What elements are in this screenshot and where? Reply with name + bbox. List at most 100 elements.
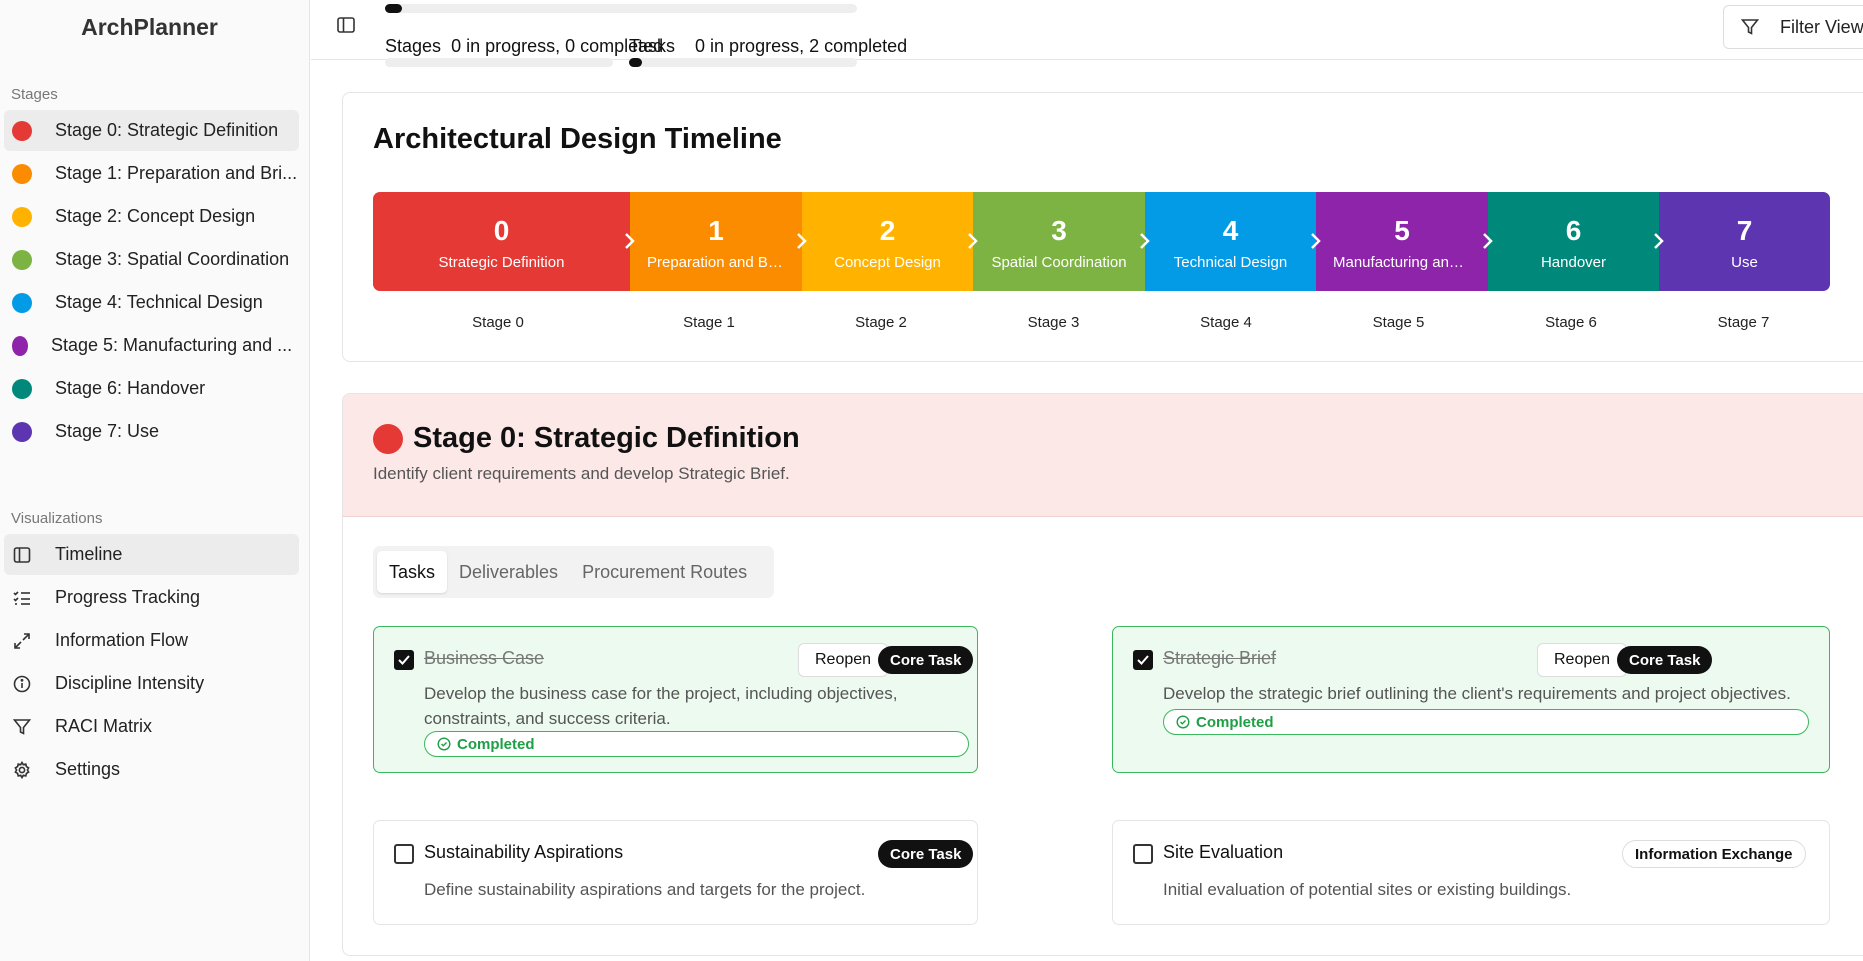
stage-number: 2 <box>879 214 896 246</box>
sidebar-stage-3[interactable]: Stage 3: Spatial Coordination <box>4 239 299 280</box>
task-description: Develop the business case for the projec… <box>424 684 898 728</box>
task-description: Develop the strategic brief outlining th… <box>1163 684 1791 703</box>
stage-number: 5 <box>1394 214 1410 246</box>
sidebar-stage-1[interactable]: Stage 1: Preparation and Bri... <box>4 153 299 194</box>
stages-label: Stages <box>385 36 442 56</box>
timeline-stage-labels: Stage 0 Stage 1 Stage 2 Stage 3 Stage 4 … <box>373 314 1830 334</box>
stage-name: Concept Design <box>834 253 941 271</box>
stage-number: 1 <box>708 214 724 246</box>
sidebar-item-information-flow[interactable]: Information Flow <box>4 620 299 661</box>
timeline-stage-1[interactable]: 1 Preparation and Bri... <box>630 192 807 291</box>
sidebar-item-label: Stage 3: Spatial Coordination <box>55 249 290 269</box>
reopen-button[interactable]: Reopen <box>798 643 889 677</box>
stage-name: Use <box>1731 253 1758 271</box>
tab-tasks[interactable]: Tasks <box>377 551 448 593</box>
task-title: Sustainability Aspirations <box>424 842 624 862</box>
timeline-stage-label: Stage 7 <box>1717 314 1770 331</box>
sidebar-item-settings[interactable]: Settings <box>4 749 299 790</box>
stage-number: 6 <box>1565 214 1582 246</box>
task-title: Business Case <box>424 648 545 668</box>
sidebar-item-label: Discipline Intensity <box>55 673 205 693</box>
sidebar-item-raci-matrix[interactable]: RACI Matrix <box>4 706 299 747</box>
stages-group-label: Stages <box>11 85 58 103</box>
timeline-stage-5[interactable]: 5 Manufacturing and ... <box>1316 192 1493 291</box>
filter-icon <box>12 717 32 737</box>
stage-name: Preparation and Bri... <box>647 253 789 271</box>
sidebar-stage-7[interactable]: Stage 7: Use <box>4 411 299 452</box>
timeline-stage-4[interactable]: 4 Technical Design <box>1145 192 1321 291</box>
sidebar-item-label: Stage 2: Concept Design <box>55 206 256 226</box>
reopen-button[interactable]: Reopen <box>1537 643 1628 677</box>
stage-number: 7 <box>1736 214 1753 246</box>
sidebar-item-label: Stage 7: Use <box>55 421 160 441</box>
task-title: Strategic Brief <box>1163 648 1277 668</box>
task-type-badge: Core Task <box>1617 646 1713 674</box>
timeline-card: Architectural Design Timeline 0 Strategic… <box>342 92 1863 362</box>
tasks-progress-bar <box>629 58 857 67</box>
chevron-right-icon <box>625 233 635 249</box>
task-card-sustainability-aspirations: Sustainability Aspirations Core Task Def… <box>373 820 978 925</box>
check-circle-icon <box>437 737 451 751</box>
timeline-stage-label: Stage 6 <box>1545 314 1597 331</box>
timeline-stage-3[interactable]: 3 Spatial Coordination <box>973 192 1150 291</box>
sidebar-stage-5[interactable]: Stage 5: Manufacturing and ... <box>4 325 299 366</box>
sidebar-stage-4[interactable]: Stage 4: Technical Design <box>4 282 299 323</box>
timeline-stage-0[interactable]: 0 Strategic Definition <box>373 192 635 291</box>
tasks-progress-label: Tasks 0 in progress, 2 completed <box>629 36 907 57</box>
stage-color-dot <box>12 249 32 270</box>
timeline-stage-2[interactable]: 2 Concept Design <box>802 192 978 291</box>
task-checkbox[interactable] <box>1133 844 1153 864</box>
stage-number: 3 <box>1051 214 1067 246</box>
chevron-right-icon <box>1311 233 1321 249</box>
check-icon <box>1137 655 1149 665</box>
task-type-badge: Information Exchange <box>1622 840 1806 868</box>
progress-fill <box>629 58 642 67</box>
sidebar-stage-6[interactable]: Stage 6: Handover <box>4 368 299 409</box>
sidebar-stage-0[interactable]: Stage 0: Strategic Definition <box>4 110 299 151</box>
task-title: Site Evaluation <box>1163 842 1284 862</box>
stage-color-dot <box>12 120 32 141</box>
check-circle-icon <box>1176 715 1190 729</box>
stage-name: Technical Design <box>1173 253 1288 271</box>
status-label: Completed <box>1196 713 1274 731</box>
stage-header: Stage 0: Strategic Definition Identify c… <box>343 394 1863 517</box>
progress-fill <box>385 4 402 13</box>
check-icon <box>398 655 410 665</box>
sidebar-item-label: Information Flow <box>55 630 189 650</box>
stage-color-dot <box>12 421 32 442</box>
chevron-right-icon <box>968 233 978 249</box>
sidebar-toggle-icon[interactable] <box>335 14 357 36</box>
stages-progress-bar-top <box>385 4 857 13</box>
top-bar: Stages 0 in progress, 0 completed Tasks … <box>311 0 1863 67</box>
info-circle-icon <box>12 674 32 694</box>
filter-view-button[interactable]: Filter View <box>1723 5 1863 49</box>
stage-tabs: Tasks Deliverables Procurement Routes <box>373 546 774 598</box>
chevron-right-icon <box>1654 233 1664 249</box>
timeline-stage-label: Stage 4 <box>1200 314 1252 331</box>
timeline-stage-label: Stage 3 <box>1027 314 1080 331</box>
status-badge: Completed <box>1163 709 1809 735</box>
task-checkbox[interactable] <box>394 650 414 670</box>
status-badge: Completed <box>424 731 969 757</box>
sidebar-stage-2[interactable]: Stage 2: Concept Design <box>4 196 299 237</box>
sidebar-item-label: RACI Matrix <box>55 716 153 736</box>
timeline-stage-6[interactable]: 6 Handover <box>1488 192 1664 291</box>
sidebar-item-discipline-intensity[interactable]: Discipline Intensity <box>4 663 299 704</box>
timeline-stage-label: Stage 5 <box>1372 314 1425 331</box>
stage-title: Stage 0: Strategic Definition <box>413 422 800 454</box>
stage-name: Manufacturing and ... <box>1333 253 1474 271</box>
stage-name: Spatial Coordination <box>991 253 1127 271</box>
chevron-right-icon <box>1483 233 1493 249</box>
tab-deliverables[interactable]: Deliverables <box>447 551 570 593</box>
stages-progress-label: Stages 0 in progress, 0 completed <box>385 36 663 57</box>
sidebar-item-label: Timeline <box>55 544 123 564</box>
tab-procurement-routes[interactable]: Procurement Routes <box>570 551 759 593</box>
tasks-label: Tasks <box>629 36 676 56</box>
task-checkbox[interactable] <box>394 844 414 864</box>
task-checkbox[interactable] <box>1133 650 1153 670</box>
sidebar-item-progress-tracking[interactable]: Progress Tracking <box>4 577 299 618</box>
timeline-stage-label: Stage 2 <box>855 314 907 331</box>
visualizations-group-label: Visualizations <box>11 509 103 527</box>
sidebar-item-timeline[interactable]: Timeline <box>4 534 299 575</box>
timeline-stage-7[interactable]: 7 Use <box>1659 192 1830 291</box>
